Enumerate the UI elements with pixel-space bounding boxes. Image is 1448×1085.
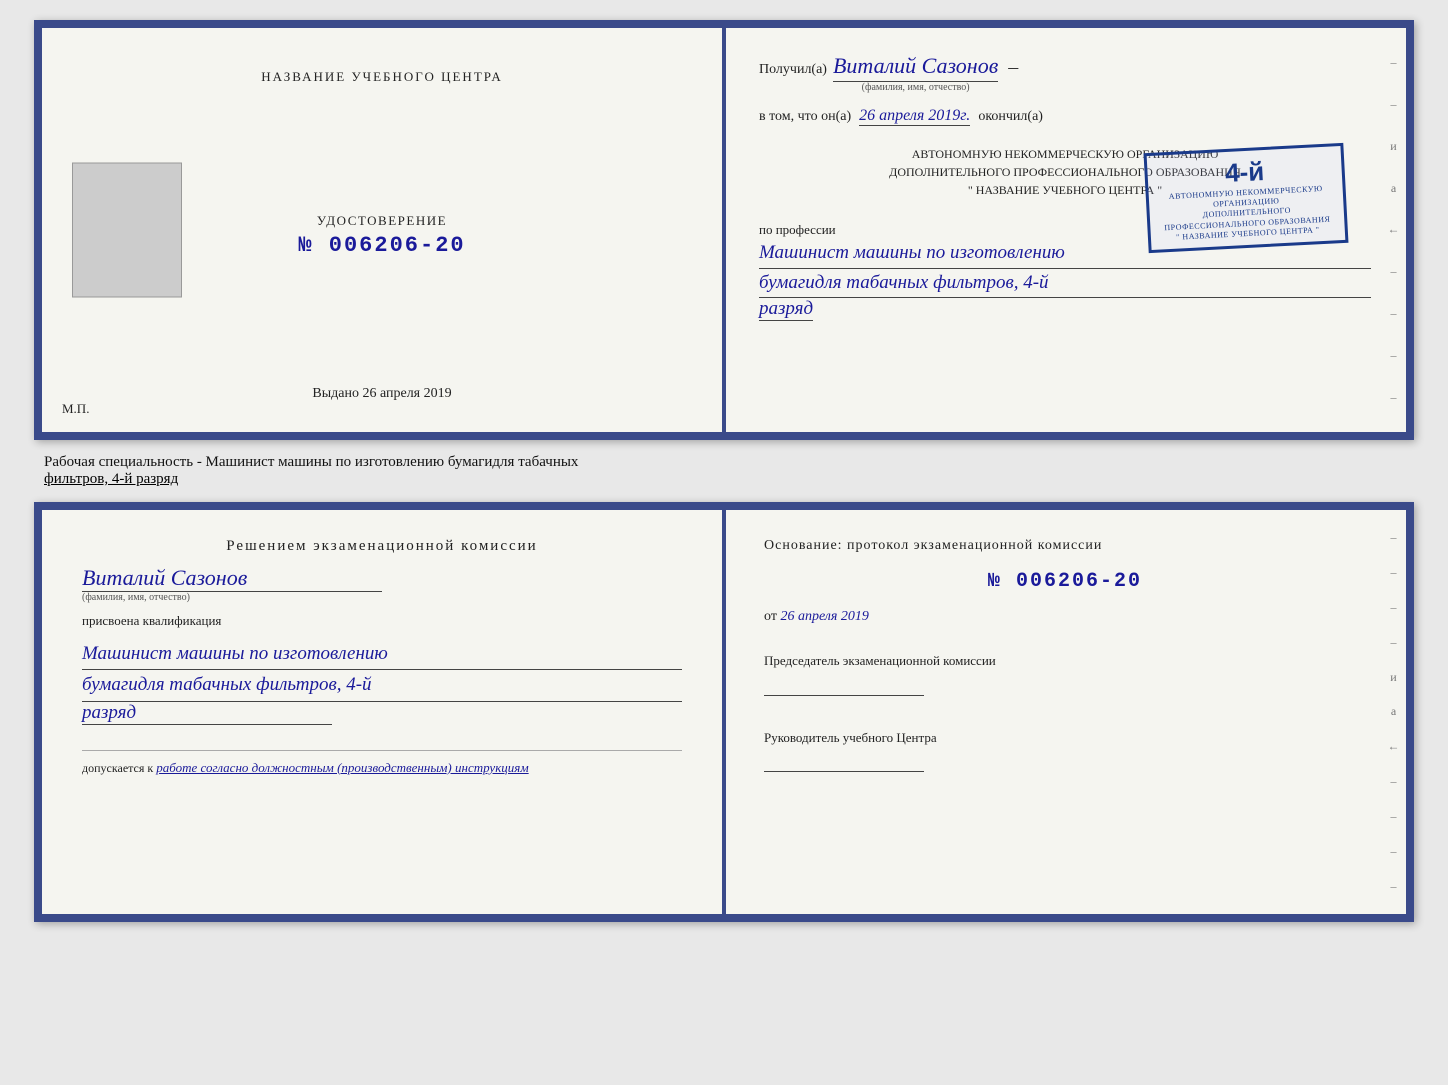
exam-name: Виталий Сазонов — [82, 565, 382, 592]
profession-hw2: бумагидля табачных фильтров, 4-й — [759, 269, 1371, 299]
middle-label-underline: фильтров, 4-й разряд — [44, 471, 178, 487]
assigned-label: присвоена квалификация — [82, 613, 682, 629]
certificate-document: НАЗВАНИЕ УЧЕБНОГО ЦЕНТРА УДОСТОВЕРЕНИЕ №… — [34, 20, 1414, 440]
exam-number: № 006206-20 — [988, 570, 1142, 593]
chairman-label: Председатель экзаменационной комиссии — [764, 651, 1366, 671]
exam-prof-hw1: Машинист машины по изготовлению — [82, 639, 682, 670]
issued-label: Выдано — [312, 386, 359, 401]
date-line: в том, что он(а) 26 апреля 2019г. окончи… — [759, 107, 1371, 126]
completion-date: 26 апреля 2019г. — [859, 107, 970, 126]
exam-date-line: от 26 апреля 2019 — [764, 609, 1366, 625]
cert-label: УДОСТОВЕРЕНИЕ — [298, 213, 465, 229]
exam-left-page: Решением экзаменационной комиссии Витали… — [42, 510, 724, 914]
dopusk-text: допускается к работе согласно должностны… — [82, 761, 529, 775]
org-line3-main: " НАЗВАНИЕ УЧЕБНОГО ЦЕНТРА " — [968, 183, 1162, 197]
exam-prof-hw2: бумагидля табачных фильтров, 4-й — [82, 670, 682, 701]
dashes-right: – – и а ← – – – – — [1386, 28, 1401, 432]
cert-issued: Выдано 26 апреля 2019 — [312, 385, 451, 402]
head-label: Руководитель учебного Центра — [764, 728, 1366, 748]
stamp-number: 4-й — [1224, 156, 1265, 189]
exam-title: Решением экзаменационной комиссии — [82, 538, 682, 555]
cert-right-page: Получил(а) Виталий Сазонов (фамилия, имя… — [724, 28, 1406, 432]
chairman-block: Председатель экзаменационной комиссии — [764, 651, 1366, 696]
exam-number-block: № 006206-20 — [764, 570, 1366, 593]
middle-label: Рабочая специальность - Машинист машины … — [34, 450, 1414, 492]
finished-label: окончил(а) — [978, 109, 1043, 125]
date-prefix: от — [764, 609, 777, 624]
head-block: Руководитель учебного Центра — [764, 728, 1366, 773]
cert-number: № 006206-20 — [298, 233, 465, 258]
exam-name-small: (фамилия, имя, отчество) — [82, 592, 190, 603]
name-sublabel: (фамилия, имя, отчество) — [833, 82, 998, 93]
exam-document: Решением экзаменационной комиссии Витали… — [34, 502, 1414, 922]
name-block: Виталий Сазонов (фамилия, имя, отчество) — [833, 53, 998, 93]
dopusk-prefix: допускается к — [82, 761, 153, 775]
cert-left-page: НАЗВАНИЕ УЧЕБНОГО ЦЕНТРА УДОСТОВЕРЕНИЕ №… — [42, 28, 724, 432]
cert-photo — [72, 163, 182, 298]
exam-prof-hw3: разряд — [82, 702, 332, 725]
cert-mp: М.П. — [62, 401, 89, 417]
exam-profession-block: Машинист машины по изготовлению бумагидл… — [82, 639, 682, 725]
cert-number-block: УДОСТОВЕРЕНИЕ № 006206-20 — [298, 213, 465, 258]
head-signature — [764, 752, 924, 772]
received-line: Получил(а) Виталий Сазонов (фамилия, имя… — [759, 53, 1371, 93]
dopusk-block: допускается к работе согласно должностны… — [82, 750, 682, 777]
exam-date: 26 апреля 2019 — [780, 609, 868, 624]
exam-right-page: Основание: протокол экзаменационной коми… — [724, 510, 1406, 914]
dashes-right-2: – – – – и а ← – – – – — [1386, 510, 1401, 914]
stamp-box: 4-й АВТОНОМНУЮ НЕКОММЕРЧЕСКУЮ ОРГАНИЗАЦИ… — [1144, 143, 1349, 253]
org-line1: АВТОНОМНУЮ НЕКОММЕРЧЕСКУЮ ОРГАНИЗАЦИЮ — [1169, 183, 1323, 208]
cert-issued-date: Выдано 26 апреля 2019 — [312, 386, 451, 401]
middle-label-normal: Рабочая специальность - Машинист машины … — [44, 454, 578, 470]
cert-title-block: НАЗВАНИЕ УЧЕБНОГО ЦЕНТРА — [261, 68, 502, 86]
profession-prefix: по профессии — [759, 222, 836, 237]
stamp-text-block: АВТОНОМНУЮ НЕКОММЕРЧЕСКУЮ ОРГАНИЗАЦИЮ ДО… — [1154, 183, 1340, 245]
cert-header-text: НАЗВАНИЕ УЧЕБНОГО ЦЕНТРА — [261, 69, 502, 84]
in-that-prefix: в том, что он(а) — [759, 109, 851, 125]
received-prefix: Получил(а) — [759, 62, 827, 78]
exam-name-block: Виталий Сазонов (фамилия, имя, отчество) — [82, 565, 682, 603]
chairman-signature — [764, 676, 924, 696]
dopusk-hw: работе согласно должностным (производств… — [156, 760, 528, 775]
issued-date: 26 апреля 2019 — [362, 386, 451, 401]
basis-label: Основание: протокол экзаменационной коми… — [764, 538, 1366, 554]
profession-hw3: разряд — [759, 298, 813, 321]
recipient-name: Виталий Сазонов — [833, 53, 998, 82]
